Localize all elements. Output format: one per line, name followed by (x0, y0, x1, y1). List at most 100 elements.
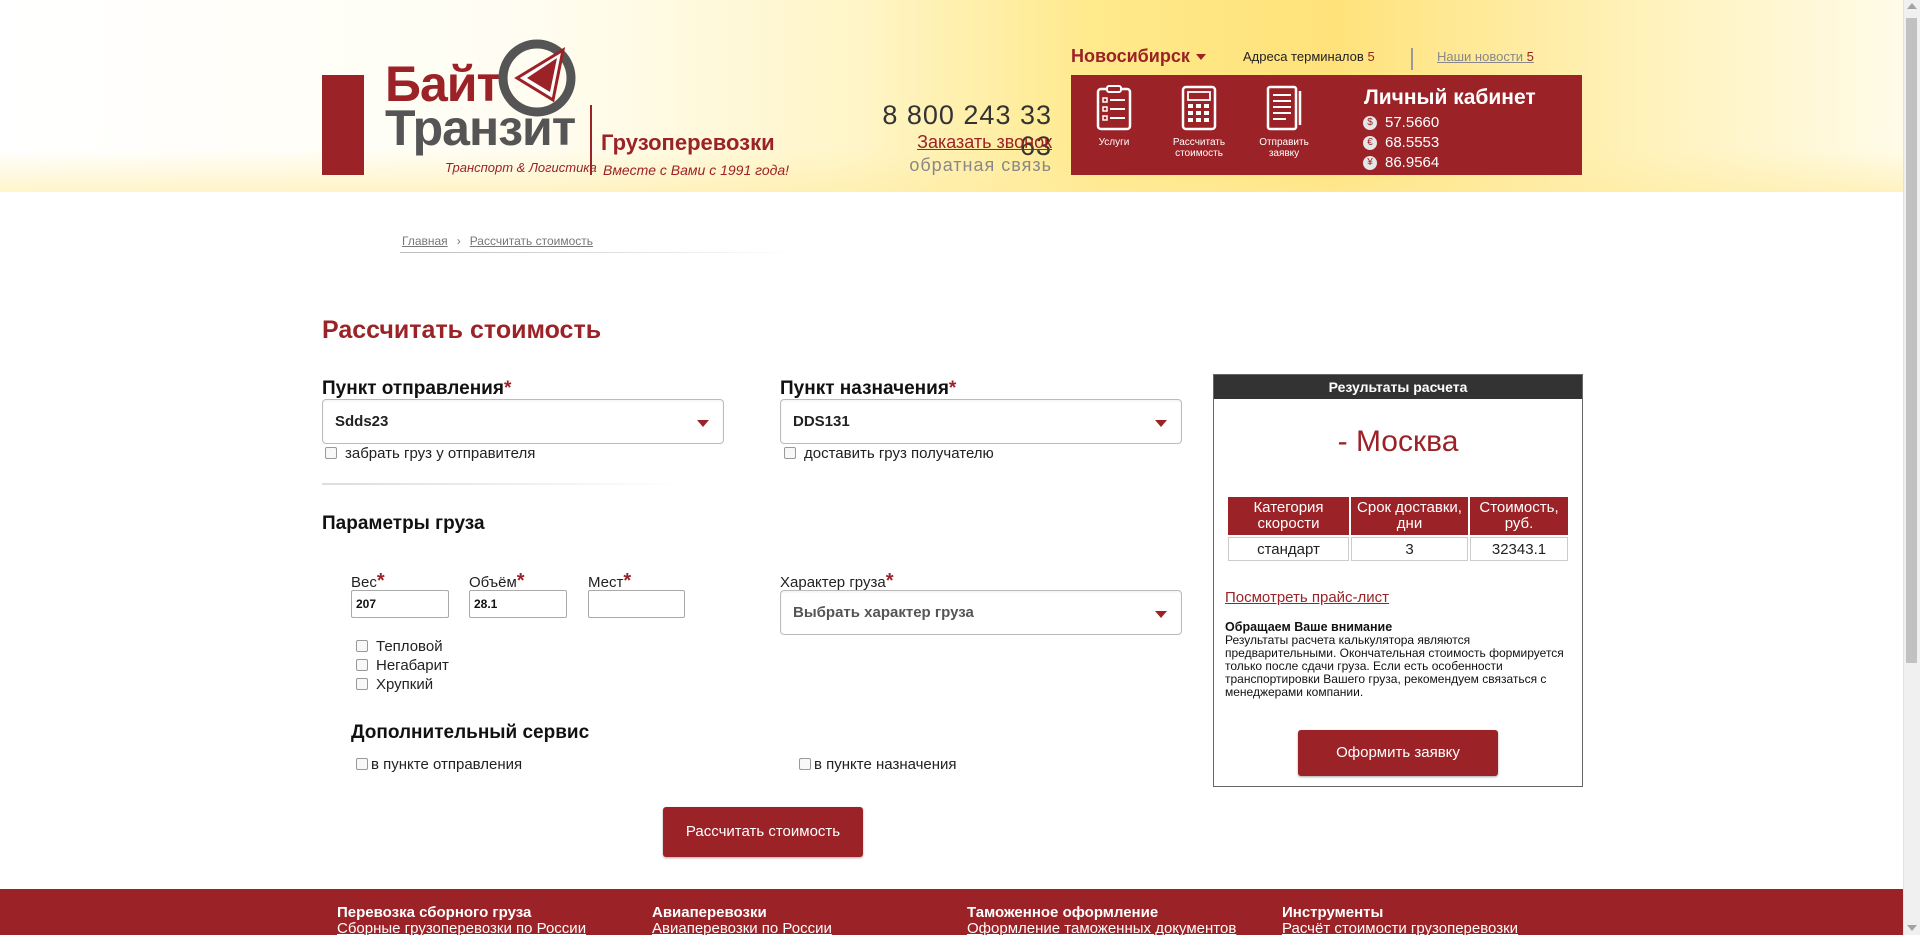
breadcrumb-home[interactable]: Главная (402, 234, 448, 248)
city-selector[interactable]: Новосибирск (1071, 46, 1206, 67)
scrollbar-thumb[interactable] (1906, 18, 1917, 663)
origin-label: Пункт отправления* (322, 378, 511, 400)
checkbox-box[interactable] (356, 659, 368, 671)
results-header: Результаты расчета (1214, 375, 1582, 399)
scroll-down-icon[interactable] (1907, 925, 1917, 931)
footer-title: Перевозка сборного груза (337, 904, 532, 921)
volume-input[interactable]: 28.1 (469, 590, 567, 618)
option-fragile-checkbox[interactable]: Хрупкий (356, 676, 433, 693)
footer-title: Таможенное оформление (967, 904, 1159, 921)
news-label: Наши новости (1437, 49, 1524, 64)
option-thermal-label: Тепловой (376, 638, 443, 655)
destination-value: DDS131 (793, 413, 850, 430)
terminals-link[interactable]: Адреса терминалов 5 (1243, 49, 1375, 64)
services-label: Услуги (1098, 137, 1130, 148)
euro-icon: € (1363, 136, 1377, 151)
services-button[interactable]: Услуги (1074, 85, 1154, 148)
logo-divider (590, 105, 592, 175)
destination-select[interactable]: DDS131 (780, 399, 1182, 444)
places-input[interactable] (588, 590, 685, 618)
calculator-icon (1181, 85, 1217, 131)
required-mark: * (376, 570, 385, 592)
rate-eur: €68.5553 (1363, 134, 1439, 151)
checkbox-box[interactable] (356, 758, 368, 770)
weight-input[interactable]: 207 (351, 590, 449, 618)
footer-title: Авиаперевозки (652, 904, 767, 921)
form-divider (322, 483, 682, 485)
breadcrumb: Главная › Рассчитать стоимость (402, 234, 593, 248)
extra-service-title: Дополнительный сервис (351, 722, 590, 743)
weight-value: 207 (356, 597, 377, 611)
footer-title: Инструменты (1282, 904, 1384, 921)
scroll-up-icon[interactable] (1907, 3, 1917, 9)
checkbox-box[interactable] (784, 447, 796, 459)
places-label-text: Мест (588, 574, 624, 591)
feedback-link[interactable]: обратная связь (850, 155, 1052, 176)
footer-link[interactable]: Оформление таможенных документов (967, 920, 1236, 937)
footer-column-tools: Инструменты Расчёт стоимости грузоперевоз… (1282, 904, 1518, 937)
send-request-button[interactable]: Отправить заявку (1244, 85, 1324, 159)
required-mark: * (623, 570, 632, 592)
breadcrumb-underline (400, 252, 795, 253)
extra-destination-checkbox[interactable]: в пункте назначения (799, 756, 957, 773)
option-oversized-label: Негабарит (376, 657, 449, 674)
destination-label-text: Пункт назначения (780, 378, 949, 399)
footer-link[interactable]: Сборные грузоперевозки по России (337, 920, 586, 937)
volume-value: 28.1 (474, 597, 498, 611)
extra-origin-checkbox[interactable]: в пункте отправления (356, 756, 522, 773)
option-fragile-label: Хрупкий (376, 676, 434, 693)
topbar-divider (1411, 48, 1413, 70)
pickup-checkbox[interactable]: забрать груз у отправителя (325, 445, 535, 462)
delivery-label: доставить груз получателю (804, 445, 994, 462)
personal-cabinet-link[interactable]: Личный кабинет (1364, 86, 1536, 110)
rate-cny-value: 86.9564 (1385, 154, 1440, 171)
cargo-type-label-text: Характер груза (780, 574, 886, 591)
terminals-label: Адреса терминалов (1243, 49, 1364, 64)
site-footer (0, 889, 1903, 935)
results-table: Категория скорости Срок доставки, дни Ст… (1226, 495, 1570, 563)
dollar-icon: $ (1363, 116, 1377, 131)
pickup-label: забрать груз у отправителя (345, 445, 536, 462)
option-oversized-checkbox[interactable]: Негабарит (356, 657, 449, 674)
pricelist-link[interactable]: Посмотреть прайс-лист (1225, 589, 1389, 606)
delivery-checkbox[interactable]: доставить груз получателю (784, 445, 994, 462)
results-table-header: Категория скорости Срок доставки, дни Ст… (1228, 497, 1568, 535)
cargo-params-title: Параметры груза (322, 513, 485, 534)
cell-cost: 32343.1 (1470, 537, 1568, 561)
page-title: Рассчитать стоимость (322, 316, 602, 344)
destination-label: Пункт назначения* (780, 378, 956, 400)
breadcrumb-separator: › (456, 234, 461, 248)
checkbox-box[interactable] (325, 447, 337, 459)
chevron-down-icon (697, 420, 709, 427)
news-count: 5 (1526, 49, 1534, 64)
chevron-down-icon (1155, 420, 1167, 427)
news-link[interactable]: Наши новости 5 (1437, 49, 1534, 64)
cell-delivery-days: 3 (1351, 537, 1468, 561)
checkbox-box[interactable] (356, 678, 368, 690)
callback-link[interactable]: Заказать звонок (850, 132, 1052, 153)
cargo-type-placeholder: Выбрать характер груза (793, 604, 974, 621)
origin-label-text: Пункт отправления (322, 378, 504, 399)
footer-link[interactable]: Расчёт стоимости грузоперевозки (1282, 920, 1518, 937)
calculate-nav-button[interactable]: Рассчитать стоимость (1159, 85, 1239, 159)
breadcrumb-current[interactable]: Рассчитать стоимость (470, 234, 593, 248)
table-row: стандарт 3 32343.1 (1228, 537, 1568, 561)
chevron-down-icon (1155, 611, 1167, 618)
cargo-type-select[interactable]: Выбрать характер груза (780, 590, 1182, 635)
chevron-down-icon (1195, 54, 1206, 61)
checkbox-box[interactable] (356, 640, 368, 652)
footer-column-consolidated: Перевозка сборного груза Сборные грузопер… (337, 904, 586, 937)
extra-origin-label: в пункте отправления (371, 756, 523, 773)
origin-value: Sdds23 (335, 413, 389, 430)
footer-link[interactable]: Авиаперевозки по России (652, 920, 832, 937)
calculate-button[interactable]: Рассчитать стоимость (663, 807, 863, 857)
checkbox-box[interactable] (799, 758, 811, 770)
origin-select[interactable]: Sdds23 (322, 399, 724, 444)
list-icon (1096, 85, 1132, 131)
order-button[interactable]: Оформить заявку (1298, 730, 1498, 776)
note-text: Результаты расчета калькулятора являются… (1225, 633, 1564, 699)
yuan-icon: ¥ (1363, 156, 1377, 171)
option-thermal-checkbox[interactable]: Тепловой (356, 638, 443, 655)
col-delivery-days: Срок доставки, дни (1351, 497, 1468, 535)
rate-usd: $57.5660 (1363, 114, 1439, 131)
